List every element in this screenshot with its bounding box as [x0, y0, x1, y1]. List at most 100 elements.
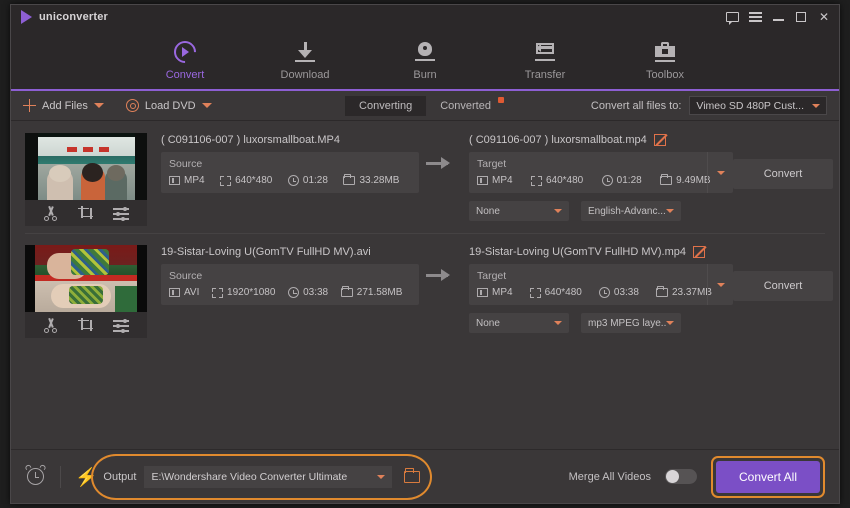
- trim-icon[interactable]: [43, 318, 58, 333]
- convert-all-format-label: Convert all files to:: [590, 99, 682, 112]
- nav-item-burn[interactable]: Burn: [392, 38, 458, 81]
- chevron-down-icon[interactable]: [201, 103, 212, 108]
- source-title: Source: [169, 158, 203, 170]
- add-files-button[interactable]: Add Files: [23, 99, 104, 112]
- target-file-name: ( C091106-007 ) luxorsmallboat.mp4: [469, 133, 647, 146]
- target-format-dropdown[interactable]: [707, 264, 733, 305]
- source-format: MP4: [169, 175, 216, 186]
- convert-all-highlight-ring: [711, 455, 825, 498]
- subtitle-value: None: [476, 317, 500, 329]
- nav-item-transfer[interactable]: Transfer: [512, 38, 578, 81]
- target-panel: Target MP4 640*480 01:28 9.49MB: [469, 152, 733, 193]
- source-section: ( C091106-007 ) luxorsmallboat.MP4 Sourc…: [147, 133, 419, 193]
- chevron-down-icon: [812, 103, 820, 108]
- burn-icon: [413, 40, 437, 64]
- arrow-right-icon: [426, 269, 450, 281]
- crop-icon[interactable]: [78, 205, 93, 221]
- menu-icon[interactable]: [748, 10, 762, 24]
- tab-converting[interactable]: Converting: [345, 95, 427, 116]
- convert-icon: [169, 35, 201, 68]
- merge-all-videos-toggle[interactable]: [665, 469, 697, 484]
- table-row[interactable]: 19-Sistar-Loving U(GomTV FullHD MV).avi …: [11, 233, 839, 345]
- tab-converted[interactable]: Converted: [426, 96, 505, 116]
- folder-icon: [340, 286, 353, 297]
- close-button[interactable]: ✕: [817, 10, 831, 24]
- source-duration: 03:38: [288, 287, 337, 298]
- open-folder-icon[interactable]: [404, 467, 421, 483]
- bottom-right-group: Merge All Videos Convert All: [569, 455, 825, 498]
- convert-all-format-select[interactable]: Vimeo SD 480P Cust...: [689, 96, 827, 115]
- crop-icon[interactable]: [78, 317, 93, 333]
- arrow-right-icon: [426, 157, 450, 169]
- title-bar: uniconverter ✕: [11, 5, 839, 29]
- edit-icon[interactable]: [693, 245, 705, 258]
- target-file-name-row: ( C091106-007 ) luxorsmallboat.mp4: [469, 133, 733, 146]
- target-resolution: 640*480: [530, 175, 598, 186]
- effects-icon[interactable]: [113, 206, 129, 221]
- convert-all-format-group: Convert all files to: Vimeo SD 480P Cust…: [591, 96, 827, 115]
- file-list[interactable]: ( C091106-007 ) luxorsmallboat.MP4 Sourc…: [11, 121, 839, 449]
- chevron-down-icon[interactable]: [93, 103, 104, 108]
- target-duration: 03:38: [598, 287, 652, 298]
- nav-item-convert[interactable]: Convert: [143, 35, 227, 95]
- audio-track-select[interactable]: English-Advanc...: [581, 201, 681, 221]
- subtitle-select[interactable]: None: [469, 313, 569, 333]
- nav-item-toolbox[interactable]: Toolbox: [632, 38, 698, 81]
- track-selectors: None mp3 MPEG laye...: [469, 313, 733, 333]
- tab-converted-label: Converted: [440, 99, 491, 112]
- source-duration: 01:28: [287, 175, 340, 186]
- target-format: MP4: [477, 287, 526, 298]
- resolution-icon: [220, 175, 232, 186]
- table-row[interactable]: ( C091106-007 ) luxorsmallboat.MP4 Sourc…: [11, 121, 839, 233]
- trim-icon[interactable]: [43, 206, 58, 221]
- nav-label-download: Download: [280, 68, 330, 81]
- audio-track-select[interactable]: mp3 MPEG laye...: [581, 313, 681, 333]
- target-file-name: 19-Sistar-Loving U(GomTV FullHD MV).mp4: [469, 245, 686, 258]
- convert-button[interactable]: Convert: [733, 159, 833, 189]
- high-speed-icon[interactable]: ⚡: [75, 468, 97, 486]
- message-icon[interactable]: [725, 10, 739, 25]
- transfer-icon: [533, 40, 557, 64]
- target-title: Target: [477, 270, 507, 282]
- scheduler-button[interactable]: [24, 463, 47, 487]
- download-icon: [293, 40, 317, 64]
- chevron-down-icon: [554, 209, 562, 213]
- maximize-button[interactable]: [794, 10, 808, 24]
- main-navigation: Convert Download Burn Transfer Toolbox: [11, 29, 839, 95]
- audio-track-value: English-Advanc...: [588, 205, 666, 217]
- action-toolbar: Add Files Load DVD Converting Converted …: [11, 91, 839, 121]
- target-format-dropdown[interactable]: [707, 152, 733, 193]
- clock-icon: [287, 175, 299, 186]
- minimize-button[interactable]: [771, 10, 785, 24]
- convert-all-wrapper: Convert All: [711, 455, 825, 498]
- audio-track-value: mp3 MPEG laye...: [588, 317, 666, 329]
- effects-icon[interactable]: [113, 318, 129, 333]
- source-title: Source: [169, 270, 203, 282]
- bottom-bar: ⚡ Output E:\Wondershare Video Converter …: [11, 449, 839, 503]
- chevron-down-icon: [554, 321, 562, 325]
- source-resolution: 640*480: [220, 175, 284, 186]
- edit-icon[interactable]: [653, 133, 666, 146]
- status-tabs: Converting Converted: [345, 95, 505, 116]
- subtitle-select[interactable]: None: [469, 201, 569, 221]
- file-thumbnail[interactable]: [25, 245, 147, 338]
- target-meta: MP4 640*480 03:38 23.37MB: [477, 286, 725, 298]
- output-path-value: E:\Wondershare Video Converter Ultimate: [151, 470, 348, 483]
- toolbox-icon: [653, 40, 677, 64]
- nav-item-download[interactable]: Download: [272, 38, 338, 81]
- file-format-icon: [169, 176, 180, 185]
- convert-button[interactable]: Convert: [733, 271, 833, 301]
- target-meta: MP4 640*480 01:28 9.49MB: [477, 174, 725, 186]
- source-meta: AVI 1920*1080 03:38 271.58MB: [169, 286, 411, 298]
- file-format-icon: [169, 288, 180, 297]
- toggle-knob: [666, 470, 679, 483]
- thumbnail-image: [25, 245, 147, 312]
- add-files-label: Add Files: [42, 99, 88, 112]
- load-dvd-button[interactable]: Load DVD: [125, 99, 212, 112]
- output-path-select[interactable]: E:\Wondershare Video Converter Ultimate: [144, 465, 393, 488]
- clock-icon: [288, 287, 300, 298]
- logo-icon: [21, 10, 32, 24]
- resolution-icon: [529, 287, 541, 298]
- folder-icon: [343, 174, 356, 185]
- file-thumbnail[interactable]: [25, 133, 147, 226]
